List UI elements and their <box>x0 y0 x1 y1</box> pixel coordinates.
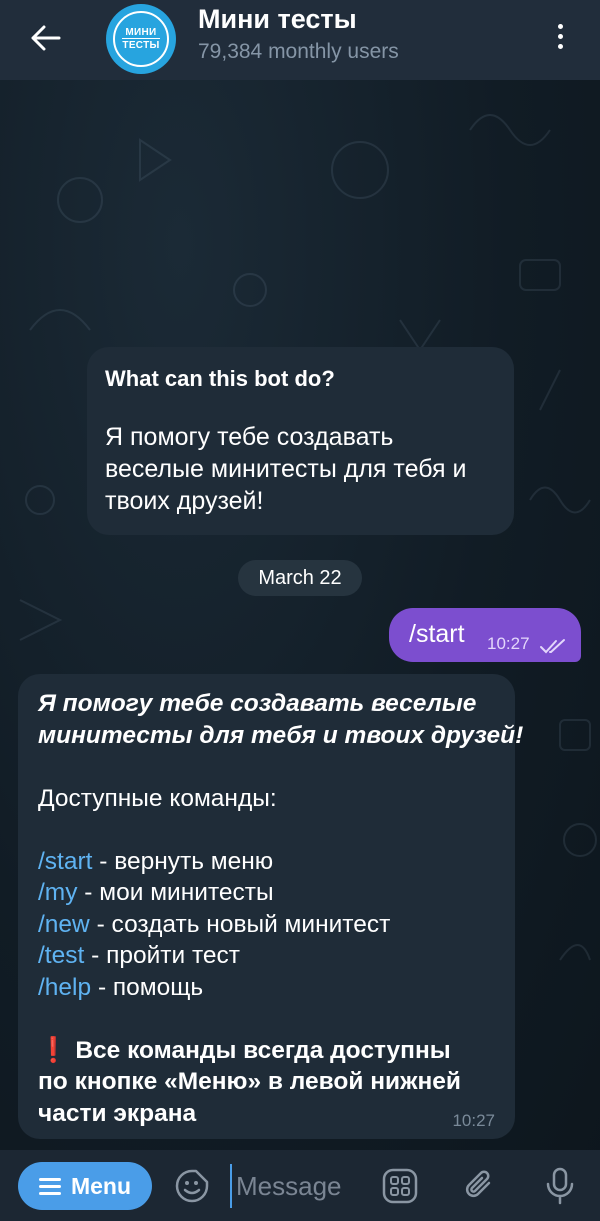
command-description: - создать новый минитест <box>89 910 391 938</box>
avatar-text-line2: ТЕСТЫ <box>122 38 160 51</box>
outgoing-message-text: /start <box>409 620 465 648</box>
bot-reply-message: Я помогу тебе создавать веселые минитест… <box>18 674 524 1139</box>
menu-button-label: Menu <box>70 1172 132 1199</box>
sticker-button[interactable] <box>170 1164 214 1208</box>
back-button[interactable] <box>26 18 66 58</box>
chat-title[interactable]: Мини тесты <box>198 4 357 35</box>
attach-icon <box>465 1170 491 1198</box>
bot-info-text: Я помогу тебе создавать веселые минитест… <box>105 421 496 517</box>
double-check-icon <box>540 639 565 654</box>
bot-message-time: 10:27 <box>452 1111 495 1130</box>
arrow-left-icon <box>31 25 61 51</box>
command-description: - вернуть меню <box>92 847 274 875</box>
command-link-my[interactable]: /my <box>38 879 77 906</box>
date-separator: March 22 <box>238 560 362 596</box>
bot-info-message: What can this bot do? Я помогу тебе созд… <box>87 347 514 535</box>
message-composer: Menu <box>0 1150 600 1221</box>
command-row: /test - пройти тест <box>38 940 495 972</box>
note-text: Все команды всегда доступны <box>75 1036 451 1064</box>
note-line: ❗ Все команды всегда доступны <box>38 1035 495 1067</box>
bot-info-line: Я помогу тебе создавать <box>105 423 394 451</box>
command-link-new[interactable]: /new <box>38 911 90 938</box>
avatar-logo: МИНИ ТЕСТЫ <box>113 11 169 67</box>
bot-app-grid-icon <box>382 1168 418 1204</box>
chat-screen: МИНИ ТЕСТЫ Мини тесты 79,384 monthly use… <box>0 0 600 1221</box>
message-input[interactable] <box>230 1164 370 1208</box>
bot-intro-line: Я помогу тебе создавать веселые <box>38 690 477 717</box>
avatar-text-line1: МИНИ <box>125 27 157 38</box>
command-description: - пройти тест <box>84 942 241 969</box>
sticker-icon <box>175 1169 209 1203</box>
command-row: /new - создать новый минитест <box>38 909 495 941</box>
exclamation-icon: ❗ <box>38 1036 69 1064</box>
bot-intro-line: минитесты для тебя и твоих друзей! <box>38 721 524 749</box>
attach-button[interactable] <box>458 1164 502 1208</box>
note-line: по кнопке «Меню» в левой нижней <box>38 1068 461 1095</box>
command-row: /my - мои минитесты <box>38 877 495 909</box>
command-link-start[interactable]: /start <box>38 848 92 875</box>
more-options-button[interactable] <box>548 16 572 56</box>
note-line: части экрана <box>38 1099 197 1127</box>
chat-subtitle: 79,384 monthly users <box>198 40 399 63</box>
outgoing-message-time: 10:27 <box>487 634 530 653</box>
vertical-dots-icon <box>557 23 563 29</box>
command-description: - мои минитесты <box>77 879 274 906</box>
bot-info-line: веселые минитесты для тебя и <box>105 455 467 483</box>
hamburger-icon <box>38 1177 61 1195</box>
command-link-test[interactable]: /test <box>38 942 84 969</box>
microphone-icon <box>546 1167 574 1205</box>
menu-button[interactable]: Menu <box>18 1162 152 1210</box>
bot-info-title: What can this bot do? <box>105 366 335 391</box>
commands-heading: Доступные команды: <box>38 784 277 812</box>
bot-avatar[interactable]: МИНИ ТЕСТЫ <box>106 4 176 74</box>
command-row: /help - помощь <box>38 972 495 1004</box>
bot-app-button[interactable] <box>378 1164 422 1208</box>
chat-header: МИНИ ТЕСТЫ Мини тесты 79,384 monthly use… <box>0 0 600 80</box>
command-description: - помощь <box>91 973 204 1001</box>
outgoing-message[interactable]: /start 10:27 <box>389 608 581 662</box>
bot-info-line: твоих друзей! <box>105 487 264 515</box>
command-row: /start - вернуть меню <box>38 846 495 878</box>
command-link-help[interactable]: /help <box>38 974 91 1001</box>
voice-button[interactable] <box>538 1164 582 1208</box>
